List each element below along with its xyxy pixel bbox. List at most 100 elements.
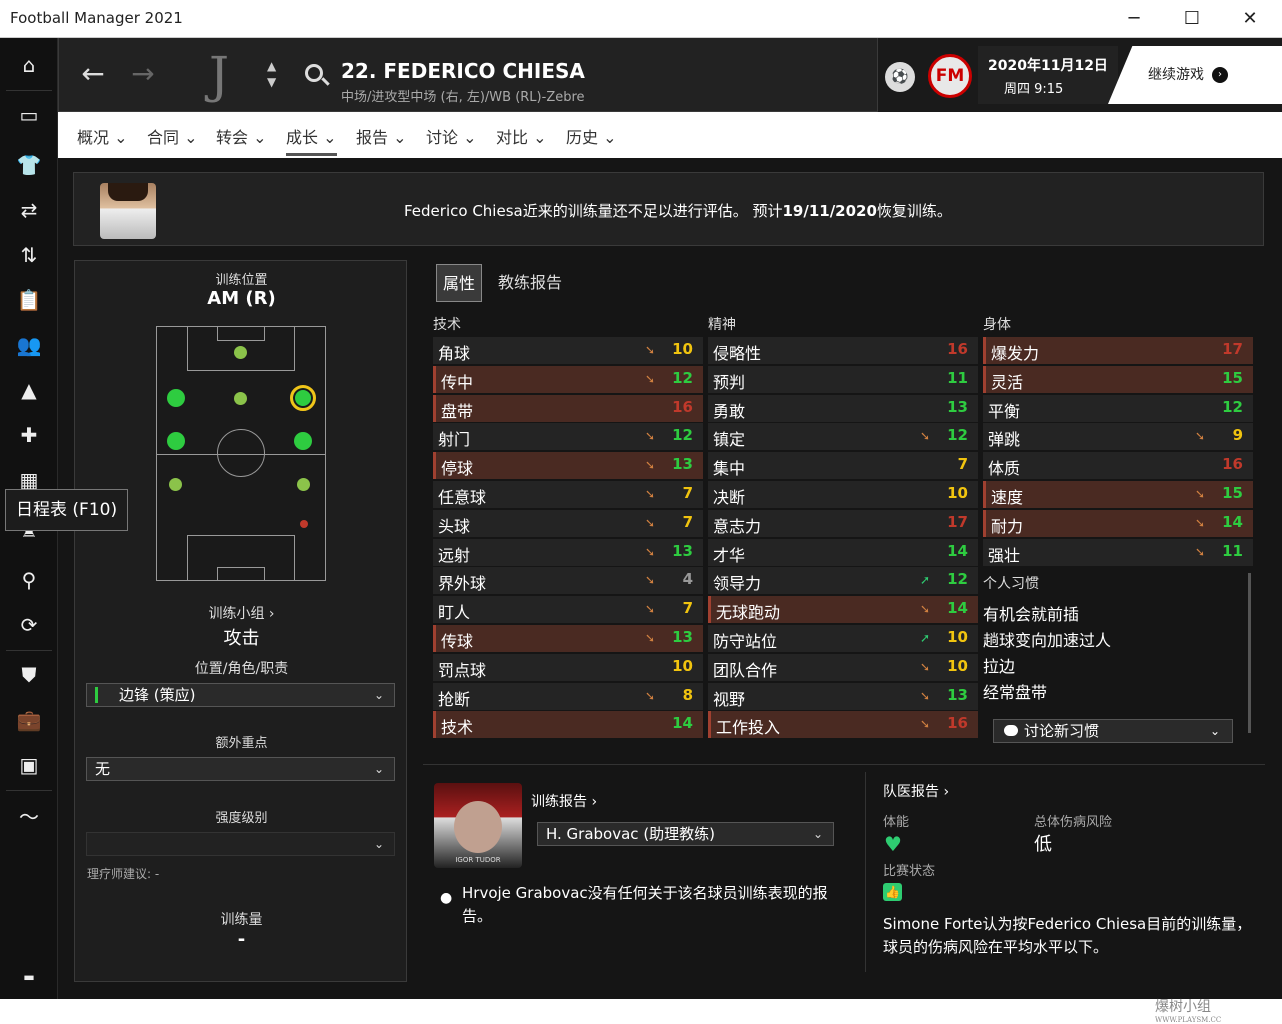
tab-transfer[interactable]: 转会 ⌄ — [216, 124, 267, 148]
attribute-row[interactable]: 技术 14 — [433, 711, 703, 739]
attribute-row[interactable]: 勇敢 13 — [708, 394, 978, 422]
attribute-row[interactable]: 传球 ➘ 13 — [433, 625, 703, 652]
attribute-row[interactable]: 工作投入 ➘ 16 — [708, 711, 978, 739]
attribute-row[interactable]: 角球 ➘ 10 — [433, 337, 703, 364]
search-icon[interactable] — [305, 64, 323, 82]
attribute-row[interactable]: 体质 16 — [983, 452, 1253, 480]
attribute-value: 13 — [672, 628, 693, 646]
attribute-row[interactable]: 射门 ➘ 12 — [433, 423, 703, 451]
position-dot-wbl[interactable] — [169, 478, 182, 491]
attribute-row[interactable]: 防守站位 ➚ 10 — [708, 625, 978, 652]
injury-risk-label: 总体伤病风险 — [1034, 815, 1113, 830]
attribute-row[interactable]: 停球 ➘ 13 — [433, 452, 703, 480]
position-dot-ml[interactable] — [167, 432, 185, 450]
tab-attributes[interactable]: 属性 — [436, 264, 482, 302]
attribute-row[interactable]: 界外球 ➘ 4 — [433, 567, 703, 595]
attribute-row[interactable]: 传中 ➘ 12 — [433, 365, 703, 393]
attribute-row[interactable]: 镇定 ➘ 12 — [708, 423, 978, 451]
attribute-row[interactable]: 团队合作 ➘ 10 — [708, 653, 978, 681]
search-icon[interactable]: ⚲ — [12, 563, 46, 597]
position-pitch[interactable] — [156, 326, 326, 581]
close-button[interactable]: ✕ — [1228, 4, 1272, 34]
position-dot-aml[interactable] — [167, 389, 185, 407]
attribute-row[interactable]: 预判 11 — [708, 365, 978, 393]
tab-coach-report[interactable]: 教练报告 — [498, 264, 562, 302]
training-icon[interactable]: ▲ — [12, 373, 46, 407]
attribute-row[interactable]: 速度 ➘ 15 — [983, 481, 1253, 508]
attribute-row[interactable]: 强壮 ➘ 11 — [983, 538, 1253, 566]
position-dot-st[interactable] — [234, 346, 247, 359]
coach-select[interactable]: H. Grabovac (助理教练) ⌄ — [537, 822, 834, 846]
position-dot-amc[interactable] — [234, 392, 247, 405]
tactics-icon[interactable]: ⇅ — [12, 238, 46, 272]
attribute-row[interactable]: 视野 ➘ 13 — [708, 682, 978, 710]
intensity-select[interactable]: ⌄ — [86, 832, 395, 856]
player-updown-icon[interactable]: ▲ ▼ — [267, 58, 276, 90]
position-dot-wbr[interactable] — [297, 478, 310, 491]
attribute-name: 罚点球 — [438, 660, 487, 680]
attribute-row[interactable]: 才华 14 — [708, 538, 978, 566]
squad-icon[interactable]: 👕 — [12, 148, 46, 182]
attribute-row[interactable]: 远射 ➘ 13 — [433, 538, 703, 566]
attribute-row[interactable]: 耐力 ➘ 14 — [983, 509, 1253, 537]
staff-icon[interactable]: 👥 — [12, 328, 46, 362]
position-dot-mr[interactable] — [294, 432, 312, 450]
attribute-row[interactable]: 抢断 ➘ 8 — [433, 682, 703, 710]
forward-arrow-icon[interactable]: → — [123, 54, 163, 94]
extra-focus-select[interactable]: 无 ⌄ — [86, 757, 395, 781]
attribute-row[interactable]: 头球 ➘ 7 — [433, 509, 703, 537]
position-dot-amr-selected[interactable] — [290, 385, 316, 411]
finances-icon[interactable]: ▣ — [12, 748, 46, 782]
role-select[interactable]: 边锋 (策应) ⌄ — [86, 683, 395, 707]
match-ball-icon[interactable]: ⚽ — [885, 62, 915, 92]
attribute-name: 停球 — [441, 459, 474, 479]
transfers-icon[interactable]: ⟳ — [12, 608, 46, 642]
tab-reports[interactable]: 报告 ⌄ — [356, 124, 407, 148]
coach-report-link[interactable]: 训练报告 › — [531, 791, 597, 811]
attribute-row[interactable]: 罚点球 10 — [433, 653, 703, 681]
maximize-button[interactable]: ☐ — [1170, 4, 1214, 34]
attribute-row[interactable]: 集中 7 — [708, 452, 978, 480]
stats-icon[interactable]: 〜 — [12, 798, 46, 832]
continue-button[interactable]: 继续游戏 › — [1108, 46, 1282, 104]
fm-logo-icon[interactable]: FM — [928, 54, 972, 98]
attribute-row[interactable]: 盯人 ➘ 7 — [433, 596, 703, 624]
attribute-value: 12 — [1222, 397, 1243, 416]
attribute-row[interactable]: 侵略性 16 — [708, 337, 978, 364]
attribute-row[interactable]: 任意球 ➘ 7 — [433, 481, 703, 508]
tab-discuss[interactable]: 讨论 ⌄ — [426, 124, 477, 148]
collapse-icon[interactable]: ▬ — [12, 960, 46, 994]
discuss-trait-button[interactable]: 讨论新习惯 ⌄ — [993, 719, 1233, 743]
attribute-row[interactable]: 灵活 15 — [983, 365, 1253, 393]
traits-scrollbar[interactable] — [1248, 573, 1251, 733]
tab-overview[interactable]: 概况 ⌄ — [77, 124, 128, 148]
training-group-link[interactable]: 训练小组 › — [75, 603, 408, 623]
tab-history[interactable]: 历史 ⌄ — [566, 124, 617, 148]
position-dot-dr[interactable] — [300, 520, 308, 528]
clipboard-icon[interactable]: 📋 — [12, 283, 46, 317]
medical-icon[interactable]: ✚ — [12, 418, 46, 452]
attribute-row[interactable]: 无球跑动 ➘ 14 — [708, 596, 978, 624]
attribute-row[interactable]: 领导力 ➚ 12 — [708, 567, 978, 595]
attribute-row[interactable]: 决断 10 — [708, 481, 978, 508]
attribute-row[interactable]: 弹跳 ➘ 9 — [983, 423, 1253, 451]
career-icon[interactable]: 💼 — [12, 703, 46, 737]
sidebar-divider — [6, 790, 52, 791]
tab-contract[interactable]: 合同 ⌄ — [147, 124, 198, 148]
club-crest-icon[interactable]: J — [199, 46, 239, 106]
inbox-icon[interactable]: ▭ — [12, 98, 46, 132]
attribute-row[interactable]: 意志力 17 — [708, 509, 978, 537]
minimize-button[interactable]: ─ — [1112, 4, 1156, 34]
tab-development[interactable]: 成长 ⌄ — [286, 124, 337, 156]
back-arrow-icon[interactable]: ← — [73, 54, 113, 94]
attribute-row[interactable]: 平衡 12 — [983, 394, 1253, 422]
extra-focus-label: 额外重点 — [215, 736, 268, 751]
tab-compare[interactable]: 对比 ⌄ — [496, 124, 547, 148]
medical-report-link[interactable]: 队医报告 › — [883, 781, 949, 801]
attribute-row[interactable]: 盘带 16 — [433, 394, 703, 422]
home-icon[interactable]: ⌂ — [12, 48, 46, 82]
club-icon[interactable]: ⛊ — [12, 658, 46, 692]
attribute-row[interactable]: 爆发力 17 — [983, 337, 1253, 364]
dynamics-icon[interactable]: ⇄ — [12, 193, 46, 227]
heart-icon: ♥ — [884, 832, 902, 856]
